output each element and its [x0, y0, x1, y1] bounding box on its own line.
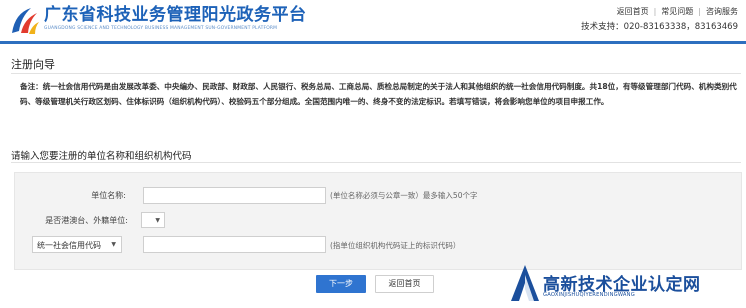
- org-code-hint: (指单位组织机构代码证上的标识代码）: [330, 241, 461, 250]
- header-divider: [0, 41, 746, 44]
- org-code-input[interactable]: [143, 236, 326, 253]
- section-divider: [11, 162, 741, 163]
- link-faq[interactable]: 常见问题: [661, 7, 693, 16]
- watermark-subtitle: GAOXINJISHUQIYERENDINGWANG: [543, 292, 635, 298]
- site-header: 广东省科技业务管理阳光政务平台 GUANGDONG SCIENCE AND TE…: [0, 0, 746, 41]
- link-consult[interactable]: 咨询服务: [706, 7, 738, 16]
- brand-title: 广东省科技业务管理阳光政务平台: [44, 5, 307, 25]
- unit-name-hint: (单位名称必须与公章一致）最多输入50个字: [330, 191, 478, 200]
- top-links: 返回首页 | 常见问题 | 咨询服务: [616, 7, 738, 16]
- brand-subtitle: GUANGDONG SCIENCE AND TECHNOLOGY BUSINES…: [44, 26, 278, 31]
- support-phone: 技术支持：020-83163338，83163469: [581, 22, 738, 32]
- hk-foreign-select[interactable]: ▼: [141, 212, 165, 228]
- hk-foreign-label: 是否港澳台、外籍单位:: [45, 216, 128, 225]
- chevron-down-icon: ▼: [155, 217, 160, 224]
- back-home-button[interactable]: 返回首页: [375, 275, 434, 293]
- registration-note: 备注：统一社会信用代码是由发展改革委、中央编办、民政部、财政部、人民银行、税务总…: [20, 82, 737, 106]
- watermark: 高新技术企业认定网 GAOXINJISHUQIYERENDINGWANG: [505, 258, 745, 308]
- chevron-down-icon: ▼: [111, 241, 116, 248]
- unit-name-label: 单位名称:: [91, 191, 126, 200]
- brand-block: 广东省科技业务管理阳光政务平台 GUANGDONG SCIENCE AND TE…: [44, 5, 307, 31]
- code-type-select[interactable]: 统一社会信用代码 ▼: [32, 236, 122, 253]
- page-title: 注册向导: [11, 58, 55, 71]
- platform-logo-icon: [12, 8, 39, 34]
- title-divider: [11, 73, 741, 74]
- link-home[interactable]: 返回首页: [617, 7, 649, 16]
- code-type-value: 统一社会信用代码: [37, 241, 101, 250]
- section-title: 请输入您要注册的单位名称和组织机构代码: [11, 151, 192, 162]
- watermark-logo-icon: [511, 265, 539, 301]
- unit-name-input[interactable]: [143, 187, 326, 204]
- next-step-button[interactable]: 下一步: [316, 275, 366, 293]
